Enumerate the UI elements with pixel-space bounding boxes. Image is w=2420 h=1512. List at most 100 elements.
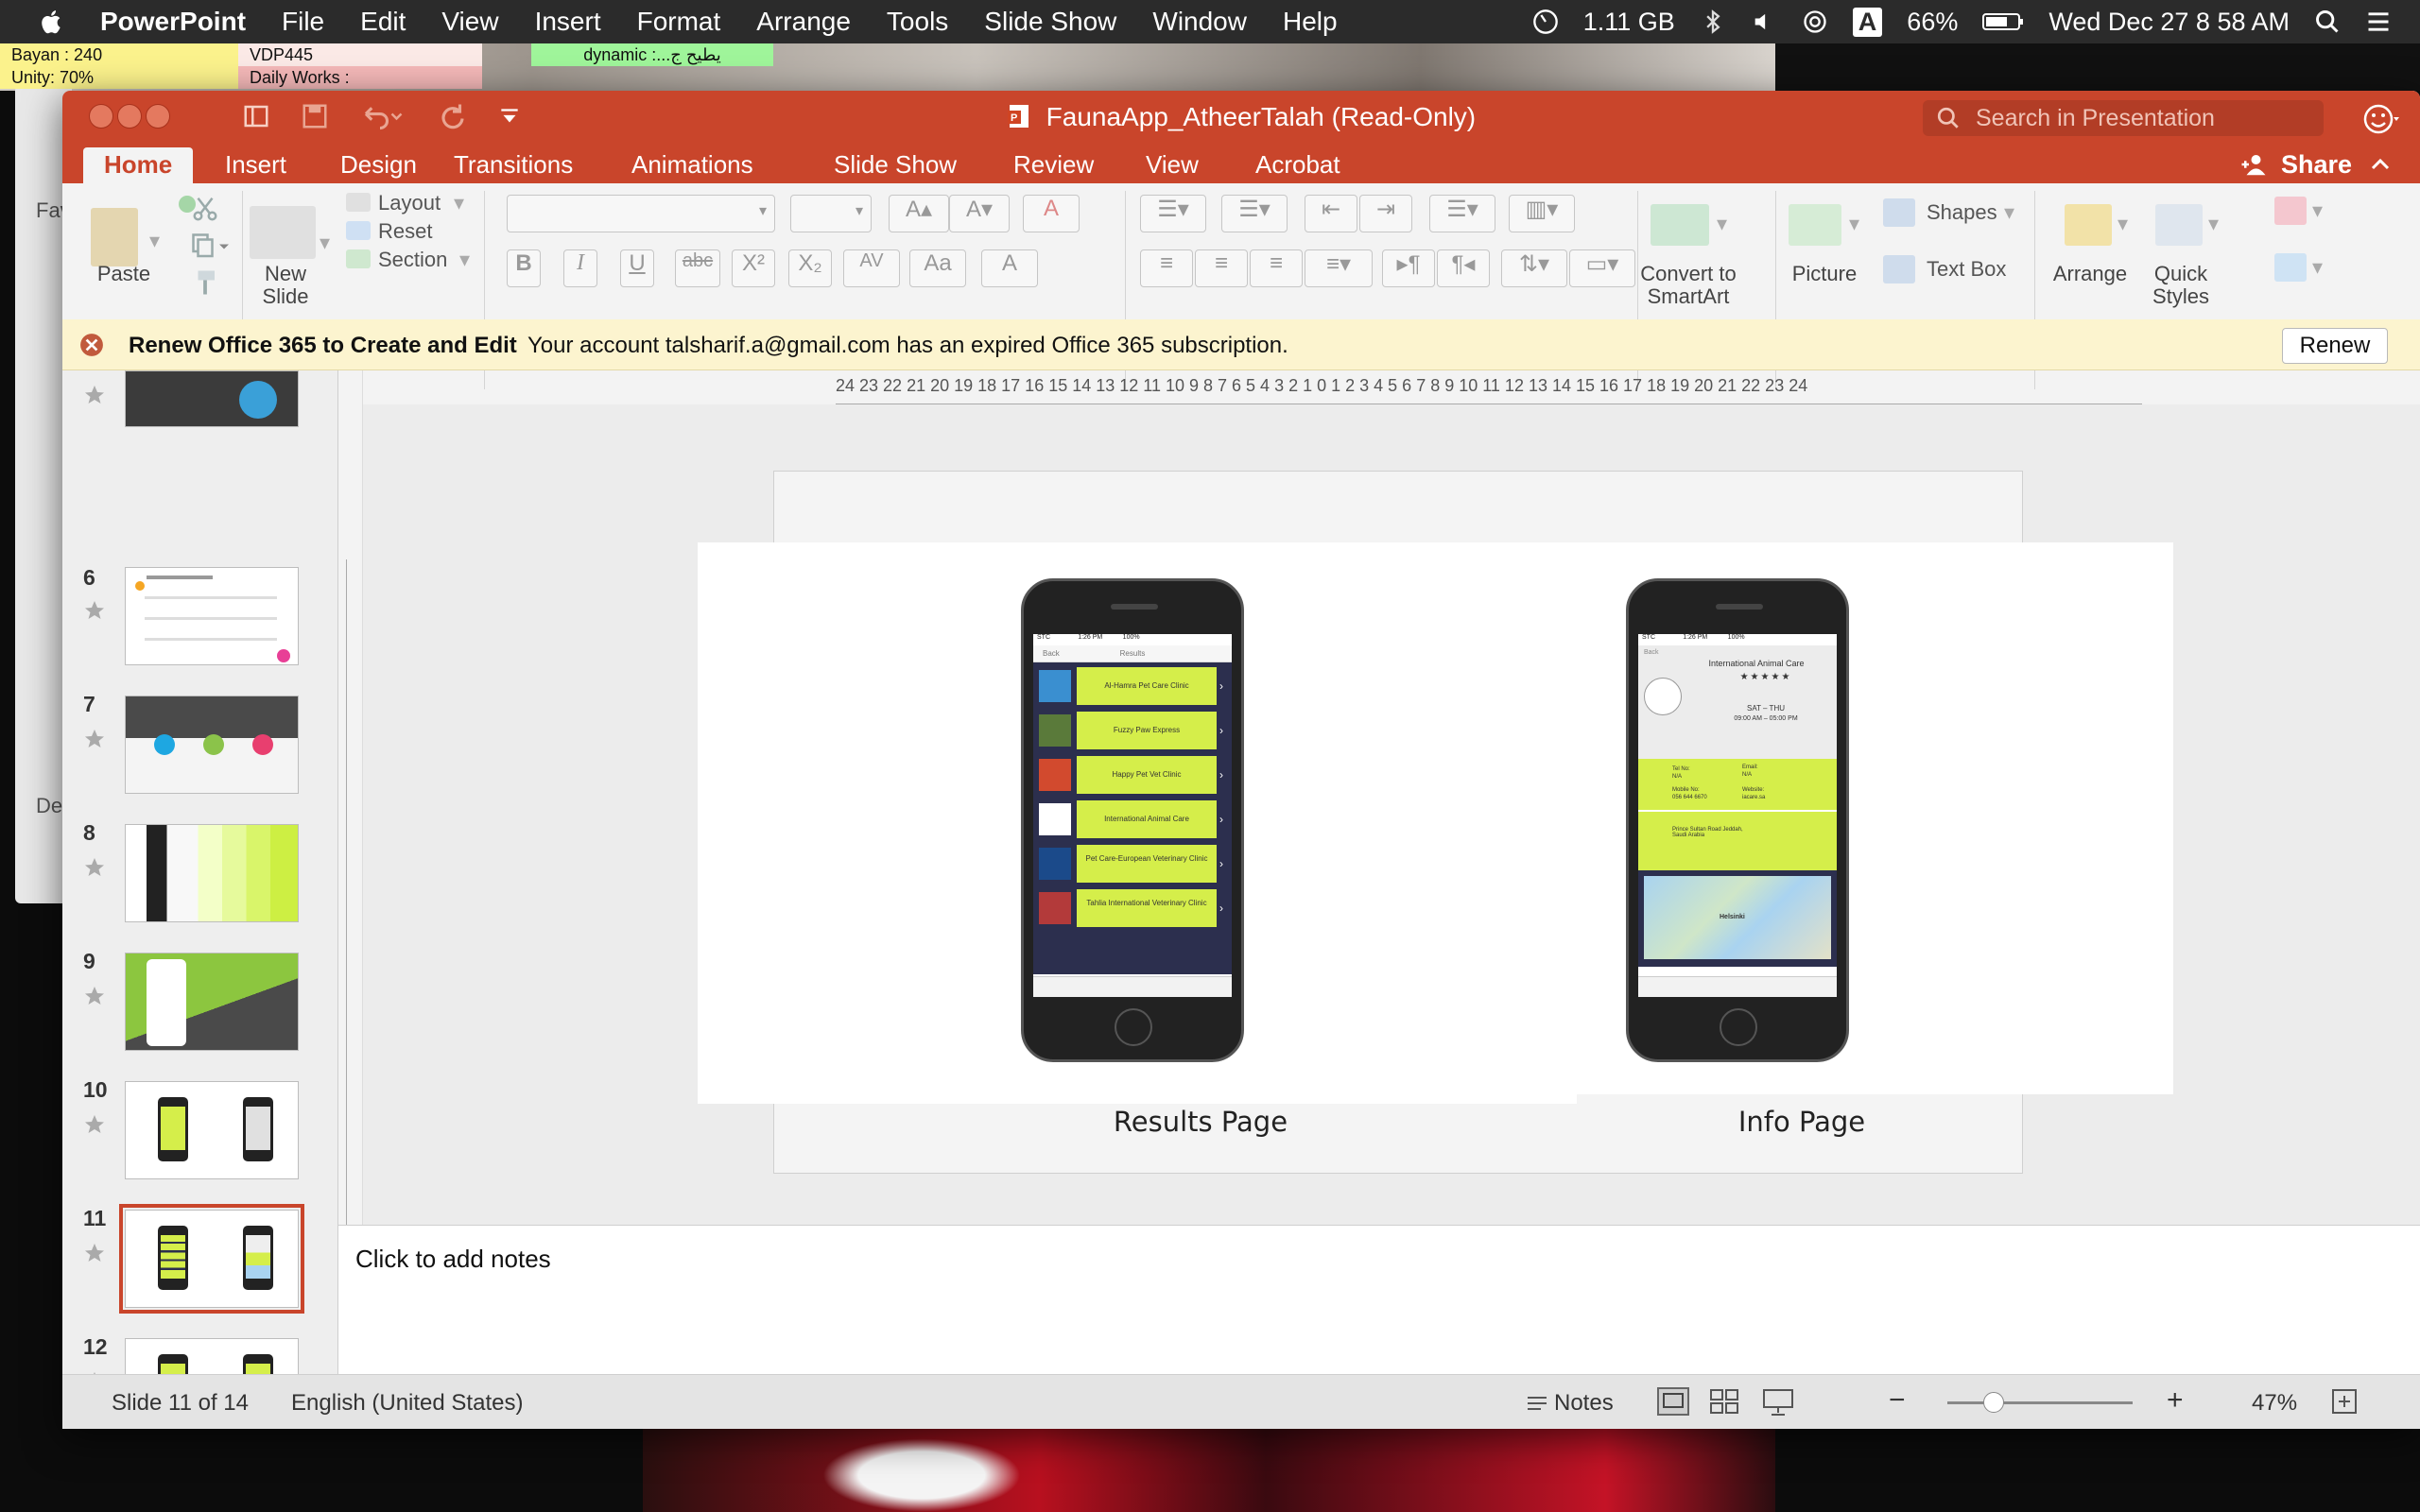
text-box-icon[interactable] bbox=[1883, 255, 1915, 284]
thumbnail-slide-7[interactable] bbox=[125, 696, 299, 794]
notes-pane[interactable]: Click to add notes bbox=[338, 1225, 2420, 1374]
menu-file[interactable]: File bbox=[282, 7, 324, 37]
thumbnail-slide-8[interactable] bbox=[125, 824, 299, 922]
italic-button[interactable]: I bbox=[563, 249, 597, 287]
decrease-indent-button[interactable]: ⇤ bbox=[1305, 195, 1357, 232]
columns-button[interactable]: ▥▾ bbox=[1509, 195, 1575, 232]
shapes-icon[interactable] bbox=[1883, 198, 1915, 227]
tab-animations[interactable]: Animations bbox=[611, 147, 774, 183]
picture-label[interactable]: Picture bbox=[1779, 263, 1870, 285]
tab-view[interactable]: View bbox=[1125, 147, 1219, 183]
wifi-sync-icon[interactable] bbox=[1802, 9, 1828, 35]
language-indicator[interactable]: English (United States) bbox=[291, 1390, 523, 1417]
zoom-slider-track[interactable] bbox=[1947, 1401, 2133, 1404]
align-center-button[interactable]: ≡ bbox=[1195, 249, 1248, 287]
apple-menu-icon[interactable] bbox=[38, 8, 66, 36]
numbering-button[interactable]: ☰▾ bbox=[1221, 195, 1288, 232]
bold-button[interactable]: B bbox=[507, 249, 541, 287]
ltr-button[interactable]: ▸¶ bbox=[1382, 249, 1435, 287]
menu-format[interactable]: Format bbox=[637, 7, 721, 37]
quick-styles-line2[interactable]: Styles bbox=[2138, 285, 2223, 308]
menubar-clock[interactable]: Wed Dec 27 8 58 AM bbox=[2048, 8, 2290, 37]
thumbnail-slide-12[interactable] bbox=[125, 1338, 299, 1374]
slide-thumbnails-pane[interactable]: 6 7 8 9 10 11 12 bbox=[62, 370, 338, 1374]
change-case-button[interactable]: Aa bbox=[909, 249, 966, 287]
dismiss-infobar-icon[interactable] bbox=[79, 333, 104, 357]
feedback-smiley-icon[interactable] bbox=[2361, 100, 2399, 138]
reset-button[interactable]: Reset bbox=[378, 219, 432, 244]
thumbnail-slide-10[interactable] bbox=[125, 1081, 299, 1179]
sticky-note-unity[interactable]: Unity: 70% bbox=[0, 66, 238, 89]
collapse-ribbon-icon[interactable] bbox=[2369, 153, 2392, 176]
zoom-slider-thumb[interactable] bbox=[1983, 1392, 2004, 1413]
justify-button[interactable]: ≡▾ bbox=[1305, 249, 1373, 287]
shape-outline-icon[interactable] bbox=[2274, 253, 2307, 282]
star-icon[interactable] bbox=[83, 856, 106, 879]
bullets-button[interactable]: ☰▾ bbox=[1140, 195, 1206, 232]
paste-icon[interactable] bbox=[91, 208, 138, 266]
smartart-icon[interactable] bbox=[1651, 204, 1709, 246]
paste-label[interactable]: Paste bbox=[95, 263, 153, 285]
memory-gauge-icon[interactable] bbox=[1532, 9, 1559, 35]
menu-help[interactable]: Help bbox=[1283, 7, 1338, 37]
menu-view[interactable]: View bbox=[441, 7, 498, 37]
tab-transitions[interactable]: Transitions bbox=[433, 147, 594, 183]
subscript-button[interactable]: X₂ bbox=[788, 249, 832, 287]
increase-indent-button[interactable]: ⇥ bbox=[1359, 195, 1412, 232]
fit-to-window-icon[interactable] bbox=[2331, 1388, 2358, 1415]
shape-fill-icon[interactable] bbox=[2274, 197, 2307, 225]
menu-app-name[interactable]: PowerPoint bbox=[100, 7, 246, 37]
align-right-button[interactable]: ≡ bbox=[1250, 249, 1303, 287]
strikethrough-button[interactable]: abc bbox=[675, 249, 720, 287]
share-button[interactable]: Share bbox=[2239, 147, 2352, 181]
battery-icon[interactable] bbox=[1982, 9, 2024, 35]
text-box-button[interactable]: Text Box bbox=[1927, 257, 2006, 282]
copy-icon[interactable] bbox=[191, 232, 229, 261]
menu-insert[interactable]: Insert bbox=[535, 7, 601, 37]
star-icon[interactable] bbox=[83, 1242, 106, 1264]
menu-slide-show[interactable]: Slide Show bbox=[984, 7, 1116, 37]
notes-placeholder[interactable]: Click to add notes bbox=[355, 1245, 551, 1274]
new-slide-icon[interactable] bbox=[250, 206, 316, 259]
superscript-button[interactable]: X² bbox=[732, 249, 775, 287]
clear-formatting-button[interactable]: A bbox=[1023, 195, 1080, 232]
format-painter-icon[interactable] bbox=[191, 268, 219, 297]
menu-arrange[interactable]: Arrange bbox=[756, 7, 851, 37]
layout-button[interactable]: Layout bbox=[378, 191, 441, 215]
tab-design[interactable]: Design bbox=[320, 147, 438, 183]
line-spacing-button[interactable]: ☰▾ bbox=[1429, 195, 1495, 232]
input-source-badge[interactable]: A bbox=[1852, 7, 1883, 37]
align-left-button[interactable]: ≡ bbox=[1140, 249, 1193, 287]
align-text-button[interactable]: ▭▾ bbox=[1569, 249, 1635, 287]
tab-slide-show[interactable]: Slide Show bbox=[813, 147, 977, 183]
normal-view-icon[interactable] bbox=[1656, 1386, 1690, 1417]
sticky-note-bayan[interactable]: Bayan : 240 bbox=[0, 43, 238, 66]
arrange-label[interactable]: Arrange bbox=[2048, 263, 2133, 285]
menu-tools[interactable]: Tools bbox=[887, 7, 948, 37]
tab-acrobat[interactable]: Acrobat bbox=[1235, 147, 1361, 183]
zoom-level[interactable]: 47% bbox=[2252, 1390, 2297, 1417]
zoom-in-button[interactable]: + bbox=[2167, 1384, 2184, 1417]
thumbnail-slide-11[interactable] bbox=[119, 1204, 304, 1314]
tab-review[interactable]: Review bbox=[993, 147, 1115, 183]
star-icon[interactable] bbox=[83, 728, 106, 750]
reading-view-icon[interactable] bbox=[1762, 1386, 1794, 1417]
increase-font-size-button[interactable]: A▴ bbox=[889, 195, 949, 232]
spotlight-search-icon[interactable] bbox=[2314, 9, 2341, 35]
tab-home[interactable]: Home bbox=[83, 147, 194, 183]
convert-smartart-line2[interactable]: SmartArt bbox=[1632, 285, 1745, 308]
memory-readout[interactable]: 1.11 GB bbox=[1583, 8, 1675, 37]
quick-styles-line1[interactable]: Quick bbox=[2138, 263, 2223, 285]
shapes-button[interactable]: Shapes bbox=[1927, 200, 1997, 225]
font-name-dropdown[interactable]: ▾ bbox=[507, 195, 775, 232]
notification-center-icon[interactable] bbox=[2365, 9, 2392, 35]
star-icon[interactable] bbox=[83, 599, 106, 622]
search-presentation-input[interactable]: Search in Presentation bbox=[1923, 100, 2324, 136]
section-button[interactable]: Section bbox=[378, 248, 447, 272]
volume-icon[interactable] bbox=[1751, 9, 1777, 35]
slide-sorter-icon[interactable] bbox=[1709, 1388, 1739, 1415]
sticky-note-vdp[interactable]: VDP445 bbox=[238, 43, 482, 66]
notes-toggle[interactable]: Notes bbox=[1526, 1390, 1614, 1417]
decrease-font-size-button[interactable]: A▾ bbox=[949, 195, 1010, 232]
thumbnail-slide-5[interactable] bbox=[125, 370, 299, 427]
